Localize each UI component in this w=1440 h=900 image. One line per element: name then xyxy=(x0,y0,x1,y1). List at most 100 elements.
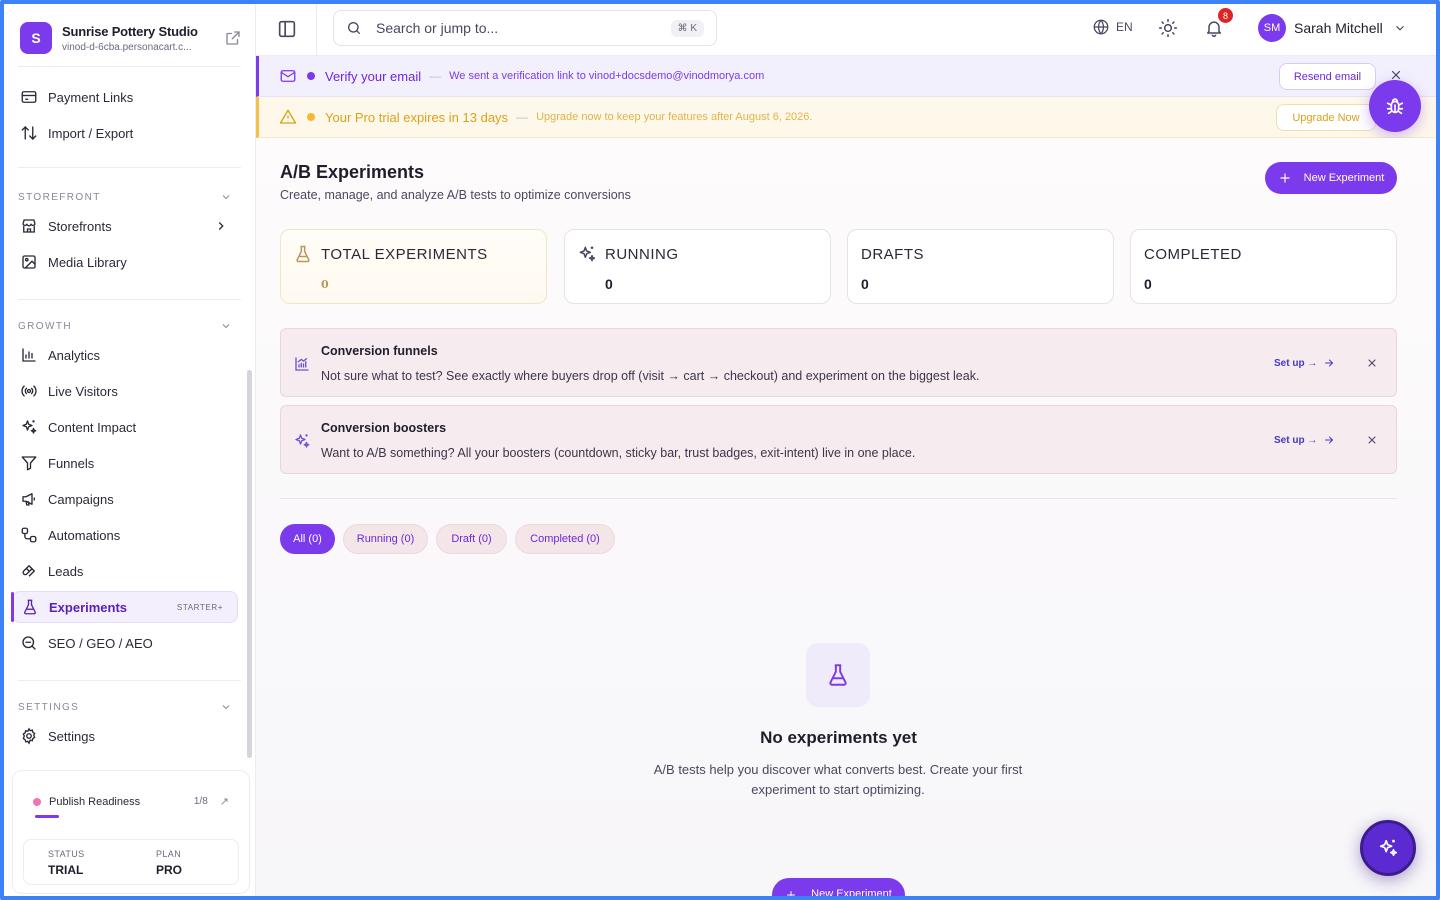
magnet-icon xyxy=(22,565,35,577)
external-link-icon[interactable] xyxy=(224,29,242,47)
sidebar-item-automations[interactable]: Automations xyxy=(12,519,238,551)
ai-assistant-button[interactable] xyxy=(1360,820,1416,876)
filter-tab-draft[interactable]: Draft (0) xyxy=(436,524,507,554)
workflow-icon xyxy=(21,527,37,543)
flask-icon xyxy=(829,664,847,686)
search-input[interactable] xyxy=(376,20,671,36)
topbar-divider xyxy=(316,4,317,56)
promo-description: Want to A/B something? All your boosters… xyxy=(321,446,916,460)
promo-title: Conversion boosters xyxy=(321,421,447,435)
filter-tab-running[interactable]: Running (0) xyxy=(343,524,428,554)
empty-state-illustration xyxy=(806,643,870,707)
store-switcher[interactable]: S Sunrise Pottery Studio vinod-d-6cba.pe… xyxy=(20,18,242,58)
user-menu[interactable]: SM Sarah Mitchell xyxy=(1258,14,1407,42)
sidebar-divider xyxy=(18,299,241,300)
search-box[interactable]: ⌘ K xyxy=(333,10,717,46)
sidebar-item-analytics[interactable]: Analytics xyxy=(12,339,238,371)
store-url: vinod-d-6cba.personacart.c... xyxy=(62,41,192,53)
bar-chart-icon xyxy=(22,348,36,362)
sidebar-item-label: Settings xyxy=(48,728,95,744)
sidebar-scrollbar[interactable] xyxy=(247,370,252,758)
sun-icon[interactable] xyxy=(1158,18,1178,38)
sidebar-item-payment-links[interactable]: Payment Links xyxy=(12,81,238,113)
sidebar-item-label: Storefronts xyxy=(48,218,112,234)
arrows-up-down-icon xyxy=(21,126,37,140)
sidebar-item-campaigns[interactable]: Campaigns xyxy=(12,483,238,515)
readiness-progress xyxy=(35,815,59,818)
language-selector[interactable]: EN xyxy=(1092,18,1133,36)
image-icon xyxy=(22,255,36,269)
section-divider xyxy=(280,498,1397,499)
sidebar-item-content-impact[interactable]: Content Impact xyxy=(12,411,238,443)
stat-label: DRAFTS xyxy=(861,246,924,263)
megaphone-icon xyxy=(22,493,35,506)
sidebar-item-experiments[interactable]: Experiments STARTER+ xyxy=(11,591,238,623)
sparkles-icon xyxy=(295,434,310,448)
stat-label: COMPLETED xyxy=(1144,246,1242,263)
sidebar-item-label: Content Impact xyxy=(48,419,137,435)
setup-boosters-link[interactable]: Set up → xyxy=(1274,434,1335,446)
avatar: SM xyxy=(1258,14,1286,42)
upgrade-now-button[interactable]: Upgrade Now xyxy=(1276,104,1376,131)
publish-readiness-card[interactable]: Publish Readiness 1/8 ↗ STATUS TRIAL PLA… xyxy=(12,770,250,894)
banner-title: Your Pro trial expires in 13 days xyxy=(325,109,509,125)
chevron-right-icon xyxy=(218,222,224,230)
status-value: TRIAL xyxy=(48,863,84,877)
banner-title: Verify your email xyxy=(325,68,422,84)
status-dot xyxy=(33,797,41,806)
plan-status-box: STATUS TRIAL PLAN PRO xyxy=(23,839,239,885)
sidebar-divider xyxy=(18,167,241,168)
sidebar-item-label: Import / Export xyxy=(48,125,134,141)
plan-key: PLAN xyxy=(156,849,182,859)
section-growth[interactable]: GROWTH xyxy=(18,320,232,332)
sidebar-item-live-visitors[interactable]: Live Visitors xyxy=(12,375,238,407)
status-key: STATUS xyxy=(48,849,85,859)
report-bug-button[interactable] xyxy=(1369,80,1421,132)
sparkles-icon xyxy=(579,246,596,262)
bug-icon xyxy=(1386,98,1404,115)
section-settings[interactable]: SETTINGS xyxy=(18,701,232,713)
filter-tab-completed[interactable]: Completed (0) xyxy=(515,524,615,554)
status-dot xyxy=(307,72,315,80)
setup-funnels-link[interactable]: Set up → xyxy=(1274,357,1335,369)
funnel-icon xyxy=(21,456,37,471)
empty-state-description: A/B tests help you discover what convert… xyxy=(653,762,1023,797)
chevron-down-icon xyxy=(222,705,230,710)
flask-icon xyxy=(296,245,310,263)
section-storefront[interactable]: STOREFRONT xyxy=(18,191,232,203)
sidebar-item-leads[interactable]: Leads xyxy=(12,555,238,587)
search-icon xyxy=(348,22,360,34)
mail-icon xyxy=(280,70,296,82)
search-zoom-icon xyxy=(22,636,36,650)
resend-email-button[interactable]: Resend email xyxy=(1279,63,1376,90)
readiness-count: 1/8 xyxy=(193,796,208,807)
close-icon[interactable] xyxy=(1366,357,1378,369)
stat-label: TOTAL EXPERIMENTS xyxy=(321,246,488,263)
stat-label: RUNNING xyxy=(605,246,679,263)
sidebar-item-funnels[interactable]: Funnels xyxy=(12,447,238,479)
sidebar-item-label: Media Library xyxy=(48,254,127,270)
arrow-up-right-icon: ↗ xyxy=(219,796,229,808)
close-icon[interactable] xyxy=(1366,434,1378,446)
filter-tab-all[interactable]: All (0) xyxy=(280,524,335,554)
sidebar-divider xyxy=(18,66,241,67)
sparkles-icon xyxy=(1379,839,1398,857)
stat-card-completed: COMPLETED 0 xyxy=(1130,229,1397,304)
plus-icon xyxy=(1279,173,1290,183)
promo-conversion-funnels: Conversion funnels Not sure what to test… xyxy=(280,328,1397,397)
sidebar-toggle-icon[interactable] xyxy=(276,18,298,40)
chevron-down-icon xyxy=(222,195,230,200)
empty-new-experiment-button[interactable]: New Experiment xyxy=(772,878,905,896)
promo-title: Conversion funnels xyxy=(321,344,438,358)
banner-description: Upgrade now to keep your features after … xyxy=(536,111,813,123)
sidebar-item-seo[interactable]: SEO / GEO / AEO xyxy=(12,627,238,659)
store-name: Sunrise Pottery Studio xyxy=(62,23,198,39)
sidebar-item-settings[interactable]: Settings xyxy=(12,720,238,752)
promo-conversion-boosters: Conversion boosters Want to A/B somethin… xyxy=(280,405,1397,474)
sidebar-item-import-export[interactable]: Import / Export xyxy=(12,117,238,149)
notification-badge: 8 xyxy=(1218,8,1233,23)
page-title: A/B Experiments xyxy=(280,162,425,182)
sidebar-item-storefronts[interactable]: Storefronts xyxy=(12,210,238,242)
sidebar-item-media-library[interactable]: Media Library xyxy=(12,246,238,278)
new-experiment-button[interactable]: New Experiment xyxy=(1265,162,1397,194)
